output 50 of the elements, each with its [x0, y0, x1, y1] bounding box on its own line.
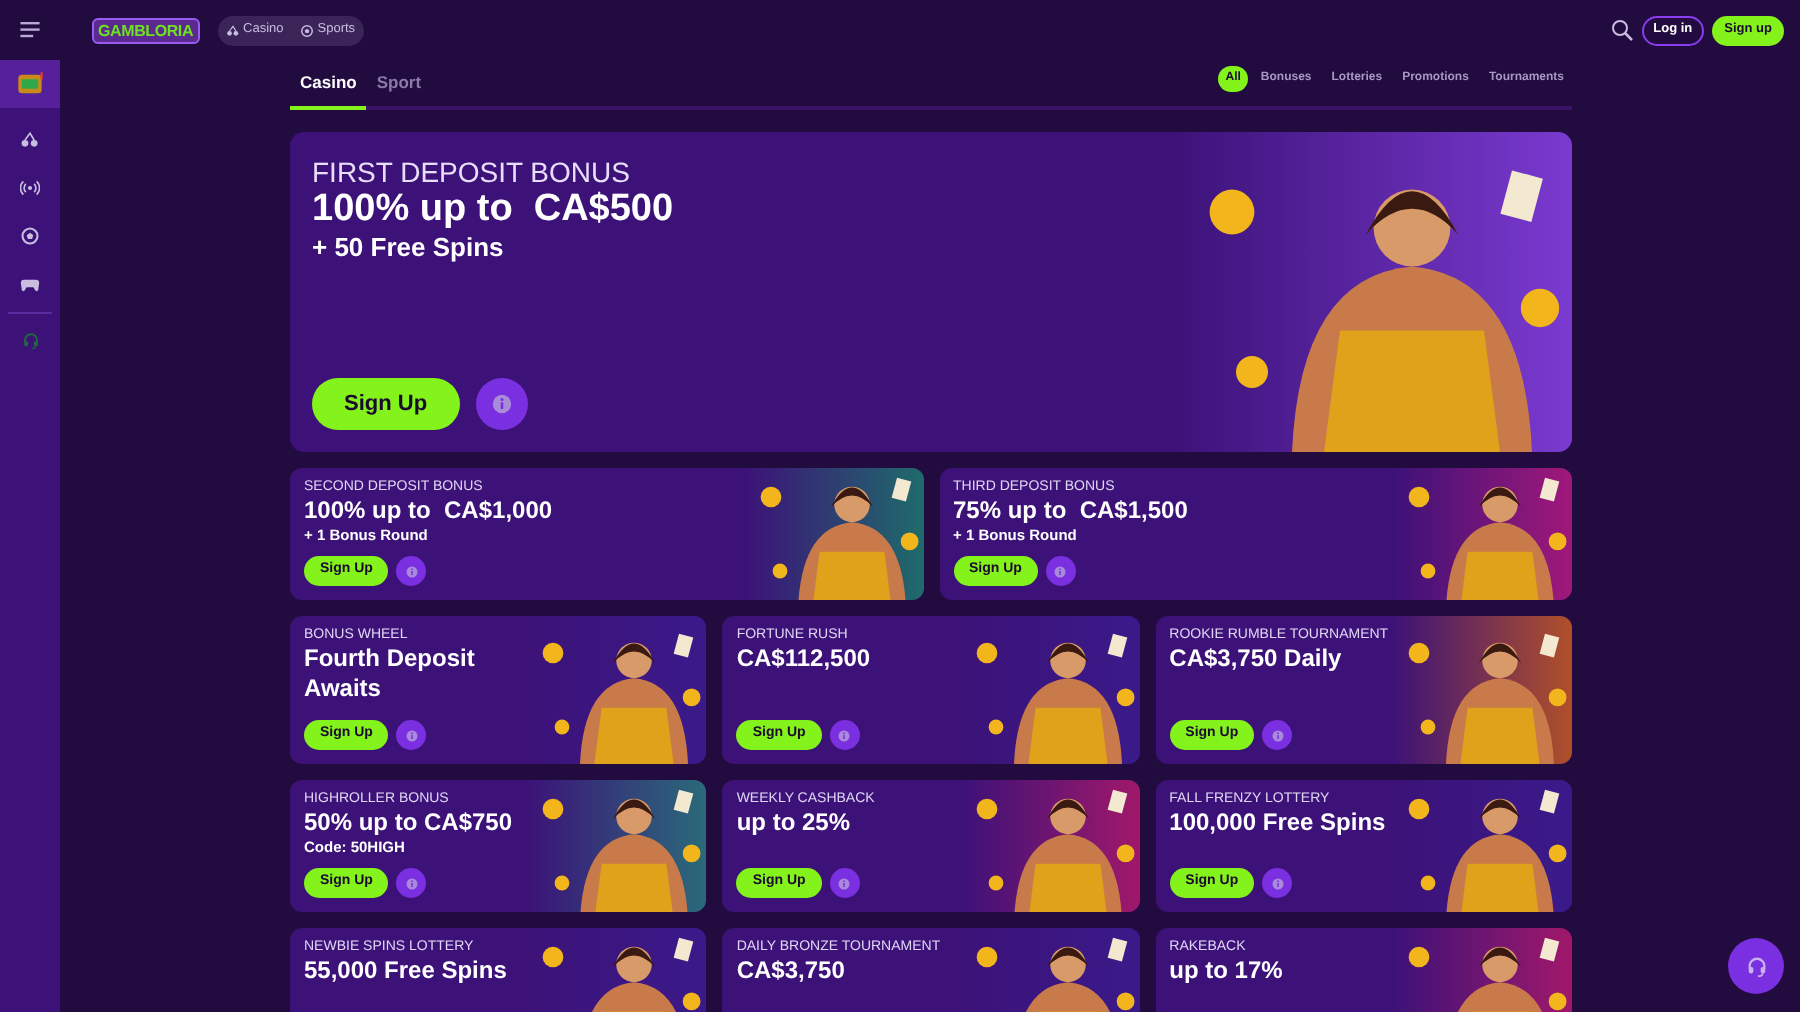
- cherries-icon: [225, 23, 240, 37]
- info-button[interactable]: [396, 868, 427, 898]
- logo[interactable]: GAMBLORIA: [92, 17, 200, 43]
- info-icon: [405, 565, 418, 577]
- info-icon: [1054, 565, 1067, 577]
- search-button[interactable]: [1609, 18, 1634, 42]
- info-icon: [405, 877, 418, 889]
- promo-title: Fourth Deposit Awaits: [304, 644, 477, 704]
- headset-icon: [1745, 955, 1767, 977]
- info-icon: [405, 729, 418, 741]
- promo-title: 75% up to CA$1,500: [953, 496, 1190, 526]
- info-button[interactable]: [396, 556, 427, 586]
- menu-icon: [20, 22, 40, 38]
- info-button[interactable]: [1262, 720, 1293, 750]
- info-icon: [838, 877, 851, 889]
- info-icon: [491, 394, 512, 414]
- promo-title: CA$112,500: [736, 644, 873, 674]
- promo-title: 50% up to CA$750: [304, 808, 515, 838]
- promo-title: CA$3,750 Daily: [1169, 644, 1344, 674]
- promo-title: up to 25%: [736, 808, 852, 838]
- promo-title: 55,000 Free Spins: [304, 956, 509, 986]
- info-button[interactable]: [829, 868, 860, 898]
- info-button[interactable]: [829, 720, 860, 750]
- headset-icon: [21, 331, 39, 349]
- tab[interactable]: Sport: [366, 60, 432, 110]
- info-button[interactable]: [475, 378, 528, 430]
- soccer-ball-icon: [299, 23, 314, 37]
- broadcast-icon: [20, 178, 40, 198]
- promo-subtitle: + 50 Free Spins: [312, 232, 506, 264]
- slot-machine-icon: [14, 70, 46, 98]
- promo-title: 100% up to CA$500: [312, 188, 676, 232]
- search-icon: [1609, 18, 1634, 42]
- info-icon: [838, 729, 851, 741]
- promo-title: CA$3,750: [736, 956, 847, 986]
- promo-label: FIRST DEPOSIT BONUS: [312, 156, 632, 188]
- info-icon: [1271, 729, 1284, 741]
- sidebar-item[interactable]: [0, 60, 60, 108]
- sign-up-button[interactable]: Sign Up: [312, 378, 460, 430]
- promo-title: 100,000 Free Spins: [1169, 808, 1388, 838]
- soccer-ball-icon: [20, 226, 40, 246]
- tab[interactable]: Casino: [290, 60, 367, 110]
- info-icon: [1271, 877, 1284, 889]
- info-button[interactable]: [1045, 556, 1076, 586]
- info-button[interactable]: [396, 720, 427, 750]
- cherries-icon: [20, 130, 40, 150]
- info-button[interactable]: [1262, 868, 1293, 898]
- gamepad-icon: [20, 274, 40, 294]
- promo-title: up to 17%: [1169, 956, 1285, 986]
- support-chat-button[interactable]: [1728, 938, 1784, 994]
- promo-title: 100% up to CA$1,000: [304, 496, 555, 526]
